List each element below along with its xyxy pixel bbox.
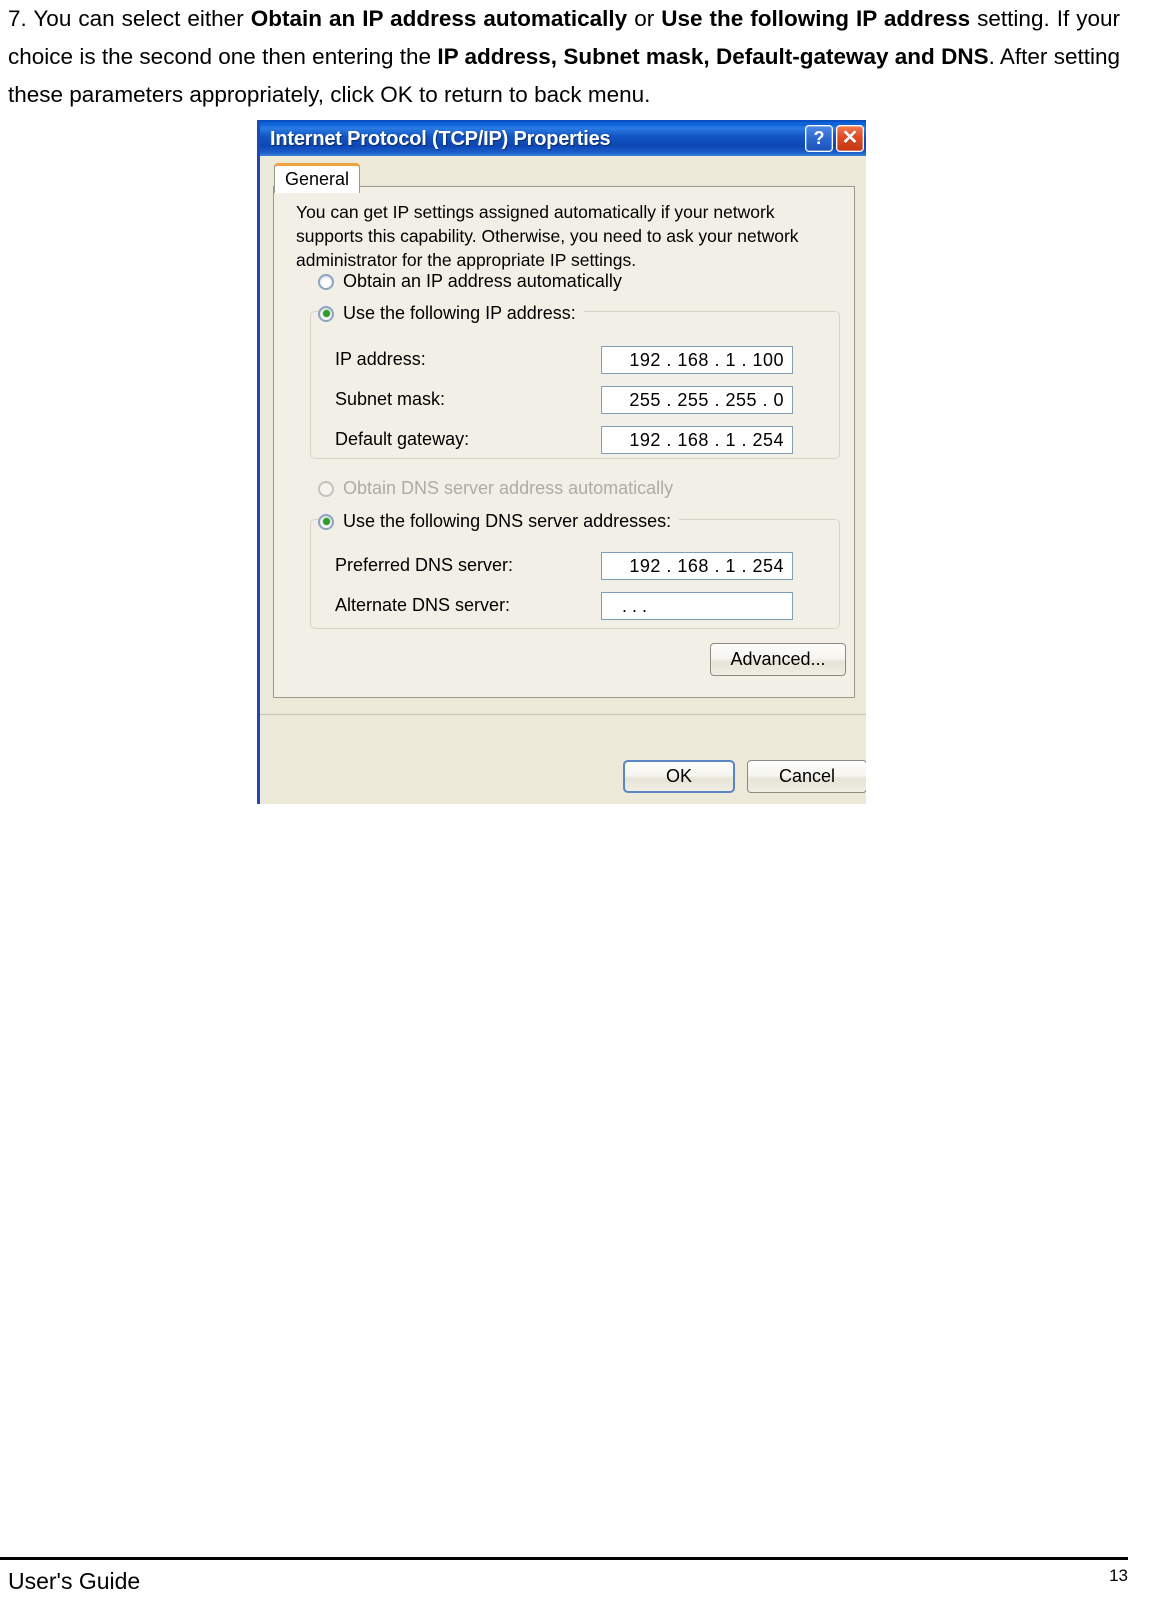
tab-general[interactable]: General	[274, 163, 360, 193]
titlebar-button-group: ? ✕	[805, 125, 864, 152]
default-gateway-label: Default gateway:	[335, 429, 470, 449]
radio-button-icon	[318, 480, 334, 497]
radio-obtain-ip-label: Obtain an IP address automatically	[343, 271, 622, 291]
radio-use-following-ip-label: Use the following IP address:	[343, 303, 576, 323]
advanced-button-label: Advanced...	[730, 649, 826, 669]
page-number: 13	[1109, 1566, 1128, 1585]
close-glyph: ✕	[841, 126, 859, 149]
tab-strip: General	[260, 156, 866, 193]
ip-address-row: IP address: 192 . 168 . 1 . 100	[311, 346, 839, 374]
radio-obtain-ip-automatically[interactable]: Obtain an IP address automatically	[318, 271, 622, 292]
cancel-button-label: Cancel	[778, 766, 836, 786]
ip-address-label: IP address:	[335, 349, 426, 369]
radio-button-icon	[318, 513, 334, 530]
settings-description: You can get IP settings assigned automat…	[296, 202, 799, 270]
alternate-dns-row: Alternate DNS server: . . .	[311, 592, 839, 620]
radio-use-following-ip[interactable]: Use the following IP address:	[318, 303, 584, 324]
tcpip-properties-dialog: Internet Protocol (TCP/IP) Properties ? …	[257, 120, 866, 804]
paragraph-mid-1: or	[627, 6, 662, 31]
cancel-button[interactable]: Cancel	[747, 760, 866, 793]
help-glyph: ?	[813, 128, 825, 148]
radio-obtain-dns-label: Obtain DNS server address automatically	[343, 478, 674, 498]
ip-address-input[interactable]: 192 . 168 . 1 . 100	[601, 346, 793, 374]
radio-use-following-dns[interactable]: Use the following DNS server addresses:	[318, 511, 680, 532]
subnet-mask-input[interactable]: 255 . 255 . 255 . 0	[601, 386, 793, 414]
radio-button-icon	[318, 273, 334, 290]
paragraph-prefix: 7. You can select either	[8, 6, 251, 31]
radio-obtain-dns-automatically[interactable]: Obtain DNS server address automatically	[318, 478, 673, 499]
general-tab-page: You can get IP settings assigned automat…	[273, 186, 855, 698]
dns-server-group: Preferred DNS server: 192 . 168 . 1 . 25…	[310, 519, 840, 629]
ip-address-group: IP address: 192 . 168 . 1 . 100 Subnet m…	[310, 311, 840, 459]
ok-button[interactable]: OK	[623, 760, 735, 793]
footer-separator	[260, 714, 866, 715]
default-gateway-input[interactable]: 192 . 168 . 1 . 254	[601, 426, 793, 454]
tab-general-label: General	[284, 169, 350, 189]
paragraph-bold-obtain-ip: Obtain an IP address automatically	[250, 6, 628, 31]
close-icon[interactable]: ✕	[836, 125, 864, 152]
alternate-dns-value: . . .	[622, 595, 648, 616]
preferred-dns-row: Preferred DNS server: 192 . 168 . 1 . 25…	[311, 552, 839, 580]
radio-button-icon	[318, 305, 334, 322]
footer-divider	[0, 1557, 1128, 1560]
subnet-mask-row: Subnet mask: 255 . 255 . 255 . 0	[311, 386, 839, 414]
subnet-mask-label: Subnet mask:	[335, 389, 446, 409]
help-icon[interactable]: ?	[805, 125, 833, 152]
instruction-paragraph: 7. You can select either Obtain an IP ad…	[8, 0, 1120, 114]
alternate-dns-label: Alternate DNS server:	[335, 595, 511, 615]
ok-button-label: OK	[665, 766, 692, 786]
advanced-button[interactable]: Advanced...	[710, 643, 846, 676]
radio-use-following-dns-label: Use the following DNS server addresses:	[343, 511, 672, 531]
alternate-dns-input[interactable]: . . .	[601, 592, 793, 620]
paragraph-bold-use-following-ip: Use the following IP address	[661, 6, 971, 31]
footer-title: User's Guide	[8, 1568, 141, 1594]
paragraph-bold-fields: IP address, Subnet mask, Default-gateway…	[437, 44, 989, 69]
dialog-title: Internet Protocol (TCP/IP) Properties	[270, 127, 611, 150]
dialog-titlebar[interactable]: Internet Protocol (TCP/IP) Properties ? …	[260, 120, 866, 156]
default-gateway-row: Default gateway: 192 . 168 . 1 . 254	[311, 426, 839, 454]
preferred-dns-label: Preferred DNS server:	[335, 555, 514, 575]
preferred-dns-input[interactable]: 192 . 168 . 1 . 254	[601, 552, 793, 580]
